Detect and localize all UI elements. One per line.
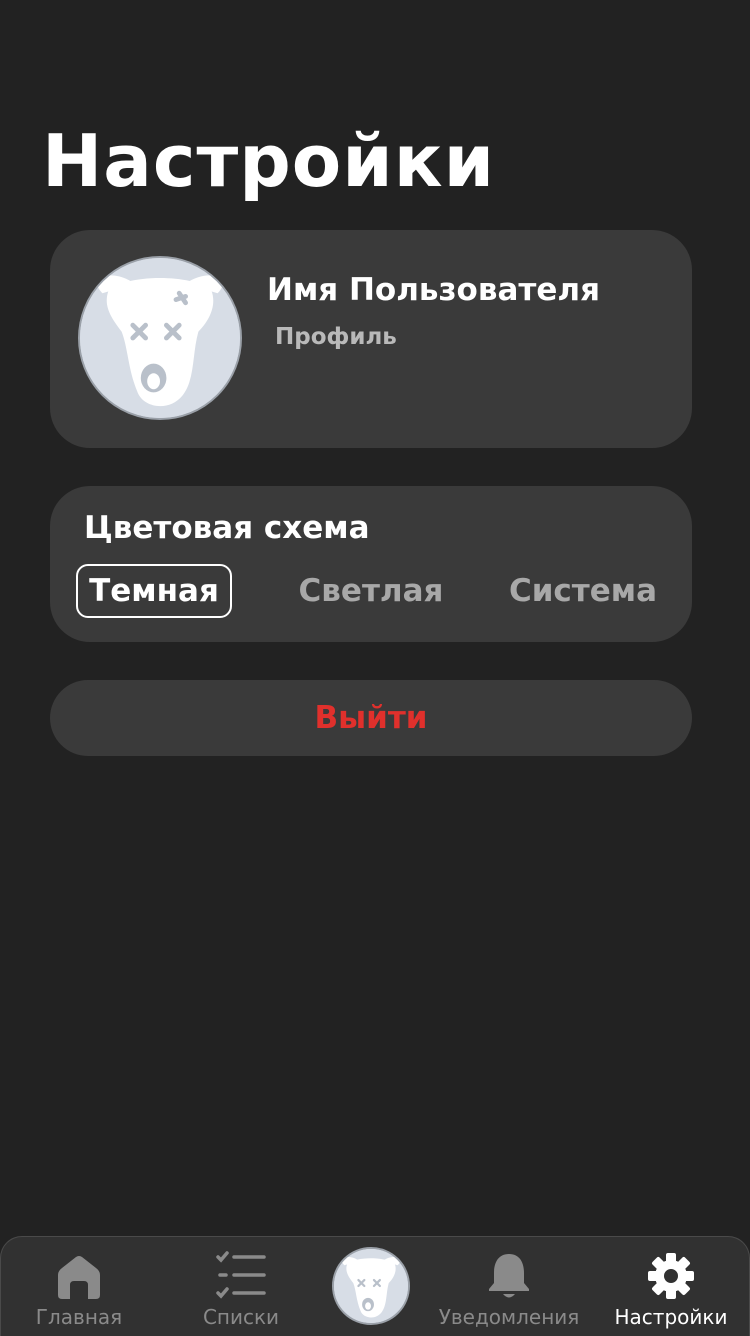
home-icon	[58, 1256, 100, 1299]
tab-lists-label: Списки	[202, 1305, 280, 1329]
tab-notifications[interactable]: Уведомления	[439, 1237, 579, 1335]
tab-settings[interactable]: Настройки	[611, 1237, 731, 1335]
gear-icon	[648, 1253, 694, 1299]
bell-icon	[489, 1254, 529, 1298]
tab-center-avatar[interactable]	[331, 1237, 411, 1335]
page-title: Настройки	[42, 119, 496, 203]
tab-lists[interactable]: Списки	[191, 1237, 291, 1335]
tab-home[interactable]: Главная	[29, 1237, 129, 1335]
dog-avatar-icon[interactable]	[78, 256, 242, 420]
profile-link[interactable]: Профиль	[275, 324, 397, 350]
tab-home-label: Главная	[35, 1305, 123, 1329]
tab-settings-label: Настройки	[614, 1305, 728, 1329]
dog-avatar-icon	[332, 1247, 410, 1325]
color-scheme-title: Цветовая схема	[84, 510, 370, 546]
logout-button[interactable]: Выйти	[50, 680, 692, 756]
bottom-tab-bar: Главная Списки Уведомления Настройки	[0, 1236, 750, 1336]
scheme-option-system[interactable]: Система	[498, 564, 668, 618]
scheme-option-light[interactable]: Светлая	[286, 564, 456, 618]
checklist-icon	[216, 1251, 266, 1299]
profile-card[interactable]: Имя Пользователя Профиль	[50, 230, 692, 448]
color-scheme-card: Цветовая схема Темная Светлая Система	[50, 486, 692, 642]
user-name: Имя Пользователя	[267, 272, 600, 308]
tab-notifications-label: Уведомления	[438, 1305, 580, 1329]
scheme-option-dark[interactable]: Темная	[76, 564, 232, 618]
